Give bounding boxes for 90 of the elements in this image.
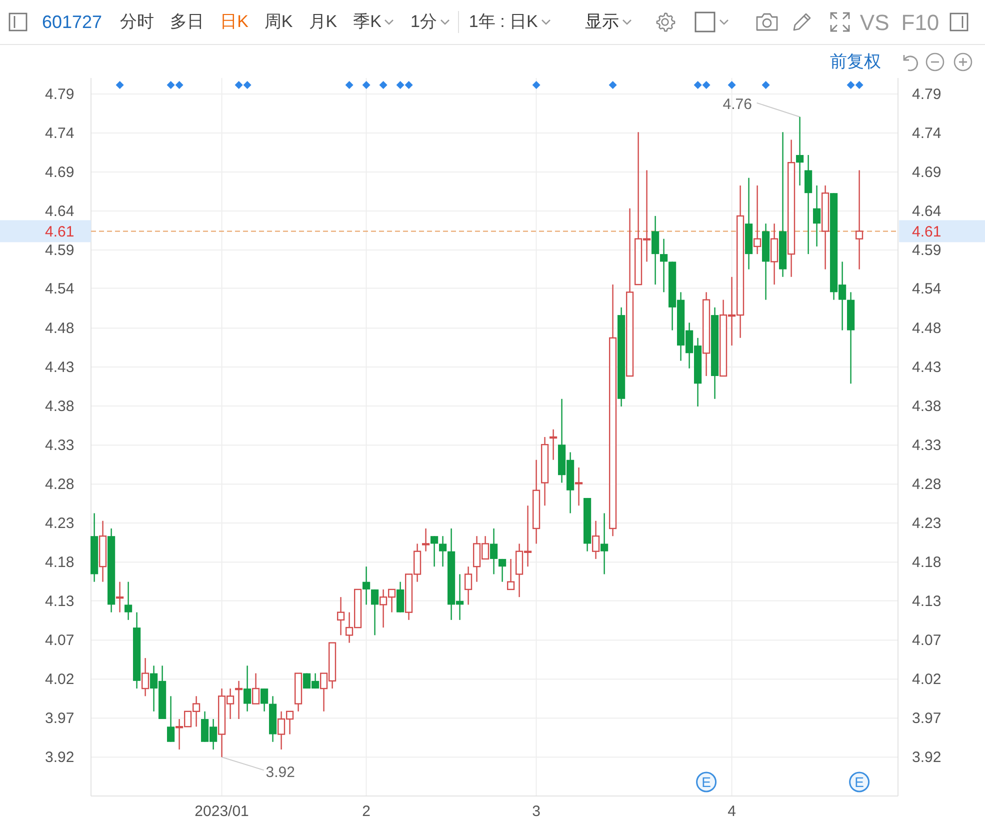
- diamond-marker[interactable]: [762, 81, 770, 89]
- period-tab[interactable]: 周K: [264, 9, 293, 35]
- axis-label: 4.64: [912, 203, 942, 220]
- range-dropdown[interactable]: 1年 : 日K: [468, 9, 551, 35]
- low-price-label: 3.92: [266, 764, 295, 782]
- axis-label: 4.48: [912, 320, 942, 338]
- axis-label: 4.43: [45, 359, 74, 376]
- axis-label: 4.69: [45, 164, 74, 181]
- settings-icon[interactable]: [654, 11, 676, 33]
- axis-label: 4.54: [912, 280, 942, 298]
- axis-label: 4.54: [45, 280, 74, 298]
- ref-line-label: 4.61: [912, 224, 942, 241]
- sidebar-toggle-icon[interactable]: [8, 12, 28, 32]
- axis-label: 4.43: [912, 359, 942, 376]
- period-tab[interactable]: 1分: [410, 9, 450, 35]
- price-adjust-link[interactable]: 前复权: [830, 48, 881, 74]
- diamond-marker[interactable]: [855, 81, 864, 89]
- diamond-marker[interactable]: [175, 81, 184, 89]
- axis-label: 4.59: [912, 242, 942, 260]
- period-tab[interactable]: 季K: [353, 9, 394, 35]
- axis-label: 2: [362, 803, 370, 820]
- axis-label: 3.92: [912, 749, 942, 766]
- leader-line: [221, 756, 264, 771]
- diamond-marker[interactable]: [532, 81, 540, 89]
- diamond-marker[interactable]: [702, 81, 710, 89]
- axis-label: 4.07: [45, 632, 74, 650]
- axis-label: 4.23: [45, 515, 74, 532]
- caret-icon: [718, 18, 729, 26]
- leader-line: [756, 102, 800, 118]
- diamond-marker[interactable]: [846, 81, 855, 89]
- diamond-marker[interactable]: [166, 81, 175, 89]
- period-tab[interactable]: 分时: [120, 9, 154, 35]
- axis-label: 4.79: [912, 86, 942, 103]
- axis-label: 4.33: [912, 437, 942, 454]
- axis-label: 4.13: [912, 592, 942, 610]
- square-icon: [694, 11, 716, 33]
- axis-label: 2023/01: [194, 803, 249, 820]
- diamond-marker[interactable]: [234, 81, 243, 89]
- fullscreen-icon[interactable]: [828, 11, 851, 33]
- diamond-marker[interactable]: [608, 81, 617, 89]
- diamond-marker[interactable]: [362, 81, 370, 89]
- diamond-marker[interactable]: [116, 81, 124, 89]
- axis-label: 4.38: [912, 398, 942, 416]
- diamond-marker[interactable]: [404, 81, 413, 89]
- axis-label: 4.38: [45, 398, 74, 416]
- axis-label: 4.23: [912, 515, 942, 532]
- period-tab[interactable]: 多日: [170, 9, 204, 35]
- period-tab[interactable]: 月K: [308, 9, 338, 35]
- display-dropdown[interactable]: 显示: [584, 9, 632, 35]
- caret-icon: [540, 18, 551, 26]
- diamond-marker[interactable]: [396, 81, 404, 89]
- pencil-icon[interactable]: [790, 11, 813, 33]
- axis-label: 4.48: [45, 320, 74, 338]
- axis-label: 4.18: [912, 554, 942, 572]
- axis-label: 4.69: [912, 164, 942, 181]
- axis-label: 3: [532, 803, 540, 820]
- diamond-marker[interactable]: [694, 81, 702, 89]
- axis-label: 4.74: [912, 125, 942, 142]
- stock-code: 601727: [42, 10, 102, 34]
- caret-icon: [384, 18, 394, 26]
- caret-icon: [622, 18, 632, 26]
- axis-label: 4.02: [45, 671, 74, 688]
- axis-label: 4.18: [45, 554, 74, 572]
- axis-label: 4.28: [45, 476, 74, 494]
- axis-label: 3.92: [45, 749, 74, 766]
- axis-label: 4.13: [45, 592, 74, 610]
- color-picker[interactable]: [694, 11, 729, 33]
- axis-label: 4.59: [45, 242, 74, 260]
- high-price-label: 4.76: [722, 96, 752, 113]
- diamond-marker[interactable]: [243, 81, 252, 89]
- axis-label: 4.07: [912, 632, 942, 650]
- axis-label: 4.79: [45, 86, 74, 103]
- axis-label: 3.97: [45, 710, 74, 728]
- camera-icon[interactable]: [754, 11, 779, 33]
- axis-label: 4.02: [912, 671, 942, 688]
- caret-icon: [440, 18, 450, 26]
- axis-label: 4.28: [912, 476, 942, 494]
- zoom-out-icon[interactable]: [925, 52, 945, 72]
- axis-label: 4: [728, 803, 736, 820]
- axis-label: 4.64: [45, 203, 74, 220]
- panel-toggle-icon[interactable]: [949, 12, 970, 32]
- axis-label: 4.33: [45, 437, 74, 454]
- diamond-marker[interactable]: [379, 81, 388, 89]
- axis-label: 3.97: [912, 710, 942, 728]
- diamond-marker[interactable]: [345, 81, 354, 89]
- diamond-marker[interactable]: [728, 81, 736, 89]
- price-tag: 4.61: [0, 220, 91, 242]
- axis-label: 4.74: [45, 125, 74, 142]
- price-tag: 4.61: [899, 220, 985, 242]
- zoom-in-icon[interactable]: [953, 52, 973, 72]
